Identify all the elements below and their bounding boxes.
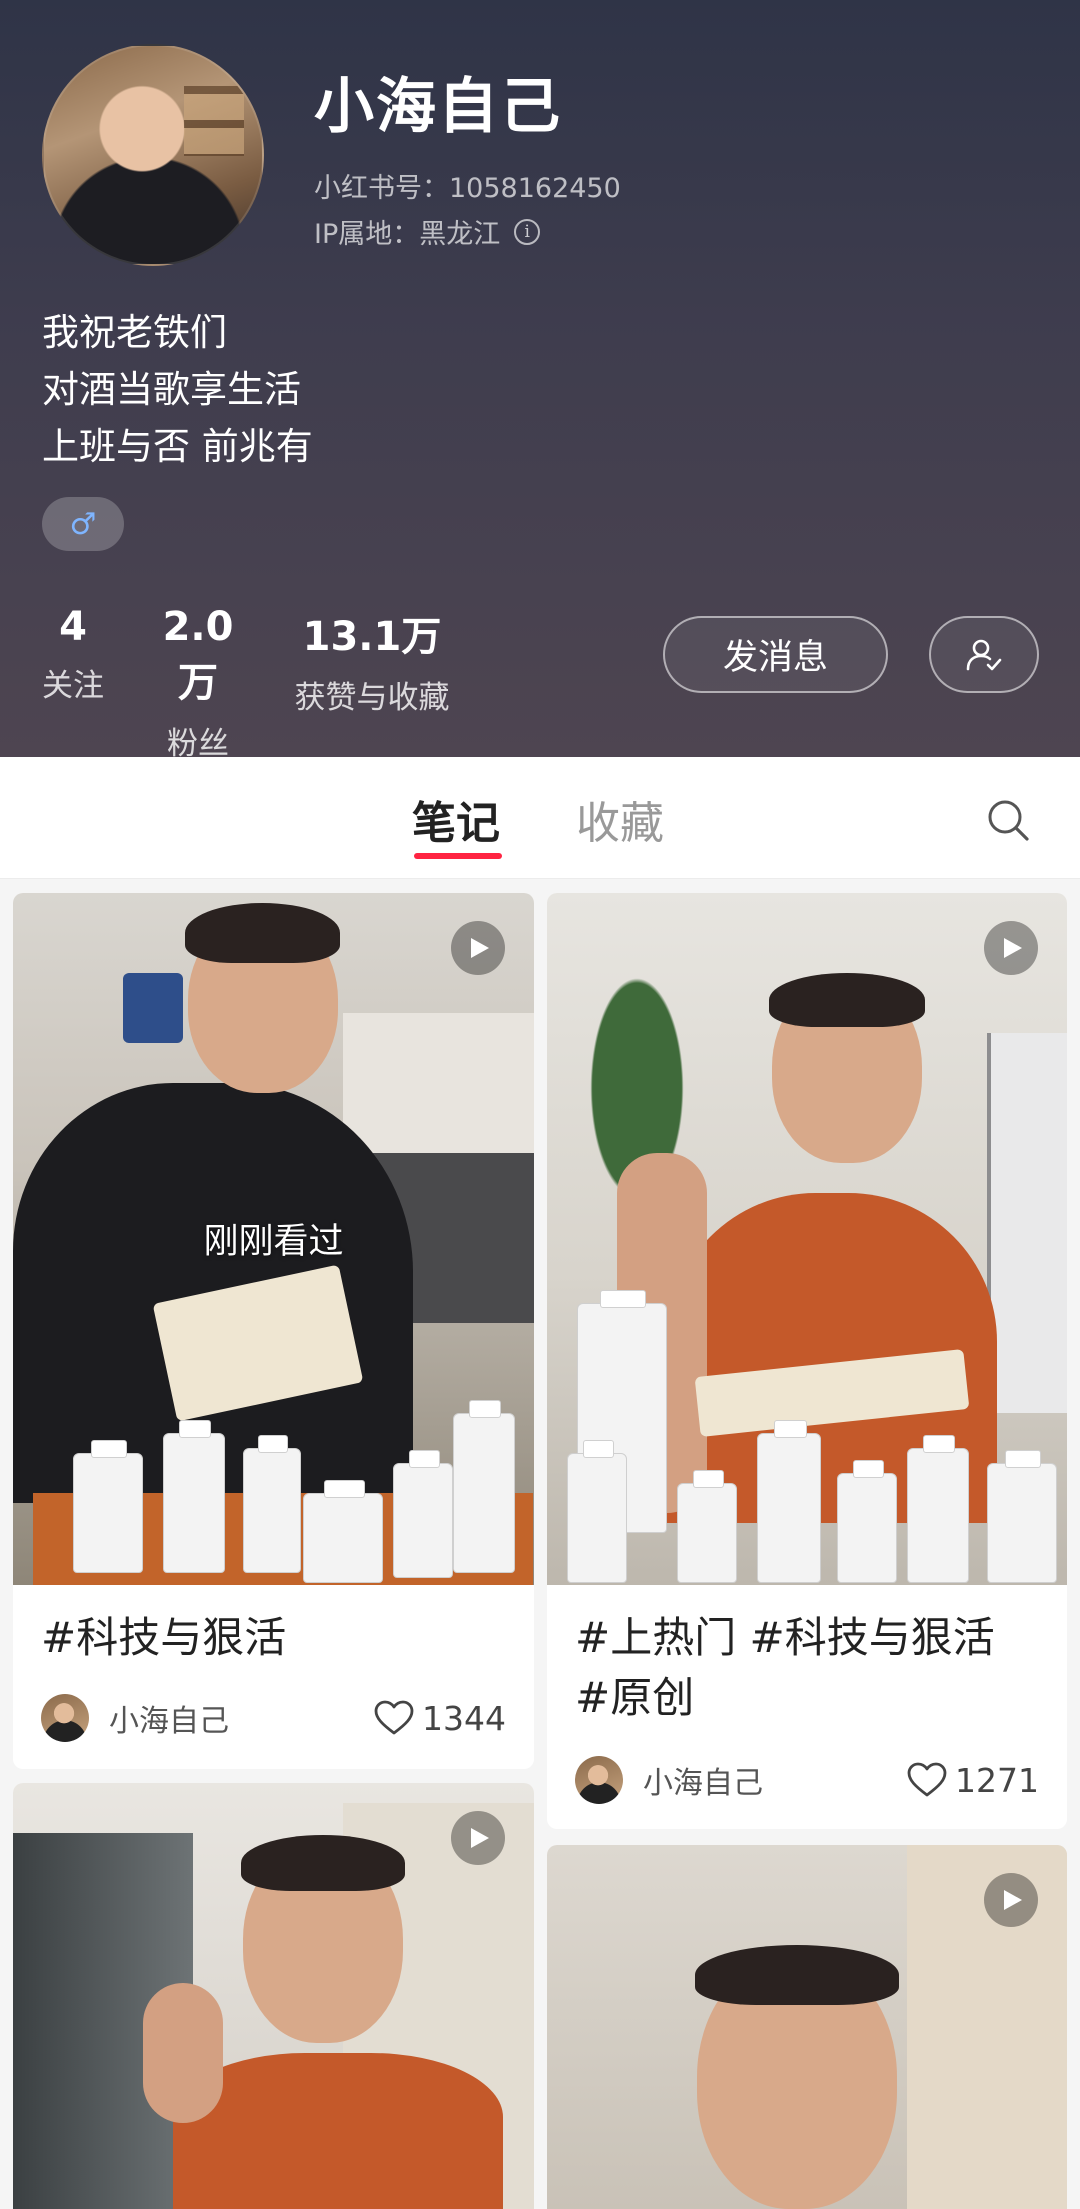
note-cover-image[interactable] bbox=[547, 893, 1067, 1585]
active-tab-indicator bbox=[414, 853, 502, 859]
red-id[interactable]: 小红书号：1058162450 bbox=[314, 166, 621, 205]
stat-followers[interactable]: 2.0万 粉丝 bbox=[144, 604, 252, 763]
heart-icon bbox=[374, 1700, 414, 1735]
male-icon: ♂ bbox=[69, 506, 97, 542]
play-icon bbox=[471, 938, 489, 958]
video-badge bbox=[451, 921, 505, 975]
note-card[interactable] bbox=[13, 1783, 534, 2209]
video-badge bbox=[451, 1811, 505, 1865]
note-card[interactable]: #上热门 #科技与狠活 #原创 小海自己 1271 bbox=[547, 893, 1067, 1829]
stat-following[interactable]: 4 关注 bbox=[42, 604, 104, 705]
search-button[interactable] bbox=[985, 797, 1031, 843]
gender-badge: ♂ bbox=[42, 497, 124, 551]
author-name[interactable]: 小海自己 bbox=[109, 1696, 374, 1740]
stat-likes-collects[interactable]: 13.1万 获赞与收藏 bbox=[288, 604, 456, 717]
ip-location-text: IP属地：黑龙江 bbox=[314, 219, 501, 250]
bio-line: 对酒当歌享生活 bbox=[42, 368, 301, 411]
profile-header: 小海自己 小红书号：1058162450 IP属地：黑龙江 i 我祝老铁们 对酒… bbox=[0, 0, 1080, 762]
author-name[interactable]: 小海自己 bbox=[643, 1758, 907, 1802]
search-icon bbox=[988, 800, 1029, 841]
play-icon bbox=[1004, 938, 1022, 958]
tab-collections[interactable]: 收藏 bbox=[576, 787, 664, 851]
video-badge bbox=[984, 1873, 1038, 1927]
stat-following-value: 4 bbox=[59, 604, 87, 650]
note-title[interactable]: #上热门 #科技与狠活 #原创 bbox=[575, 1608, 1043, 1728]
note-card[interactable] bbox=[547, 1845, 1067, 2209]
profile-avatar[interactable] bbox=[42, 44, 264, 266]
like-count: 1271 bbox=[955, 1760, 1039, 1800]
like-button[interactable]: 1344 bbox=[374, 1699, 506, 1738]
note-footer: 小海自己 1271 bbox=[575, 1755, 1039, 1805]
bio-line: 我祝老铁们 bbox=[42, 311, 227, 354]
play-icon bbox=[1004, 1890, 1022, 1910]
like-count: 1344 bbox=[422, 1698, 506, 1738]
video-badge bbox=[984, 921, 1038, 975]
note-footer: 小海自己 1344 bbox=[41, 1693, 506, 1743]
note-cover-image[interactable] bbox=[547, 1845, 1067, 2209]
info-icon[interactable]: i bbox=[514, 218, 541, 245]
play-icon bbox=[471, 1828, 489, 1848]
stat-following-label: 关注 bbox=[42, 668, 104, 704]
author-avatar[interactable] bbox=[41, 1694, 89, 1742]
note-cover-image[interactable]: 刚刚看过 bbox=[13, 893, 534, 1585]
tab-bar: 笔记 收藏 bbox=[0, 757, 1080, 879]
follow-check-icon bbox=[966, 639, 1002, 670]
stat-followers-value: 2.0万 bbox=[162, 604, 234, 706]
recently-viewed-label: 刚刚看过 bbox=[203, 1222, 344, 1262]
note-title[interactable]: #科技与狠活 bbox=[41, 1608, 510, 1668]
ip-location: IP属地：黑龙江 i bbox=[314, 212, 541, 251]
message-button[interactable]: 发消息 bbox=[663, 616, 888, 693]
heart-icon bbox=[907, 1762, 947, 1797]
profile-username: 小海自己 bbox=[314, 72, 562, 142]
profile-bio: 我祝老铁们 对酒当歌享生活 上班与否 前兆有 bbox=[42, 304, 313, 475]
bio-line: 上班与否 前兆有 bbox=[42, 425, 313, 468]
like-button[interactable]: 1271 bbox=[907, 1761, 1039, 1800]
tab-notes[interactable]: 笔记 bbox=[412, 787, 500, 851]
note-card[interactable]: 刚刚看过 #科技与狠活 小海自己 1344 bbox=[13, 893, 534, 1769]
stat-likes-collects-label: 获赞与收藏 bbox=[294, 680, 450, 716]
note-cover-image[interactable] bbox=[13, 1783, 534, 2209]
follow-status-button[interactable] bbox=[929, 616, 1039, 693]
author-avatar[interactable] bbox=[575, 1756, 623, 1804]
stat-likes-collects-value: 13.1万 bbox=[302, 614, 442, 660]
